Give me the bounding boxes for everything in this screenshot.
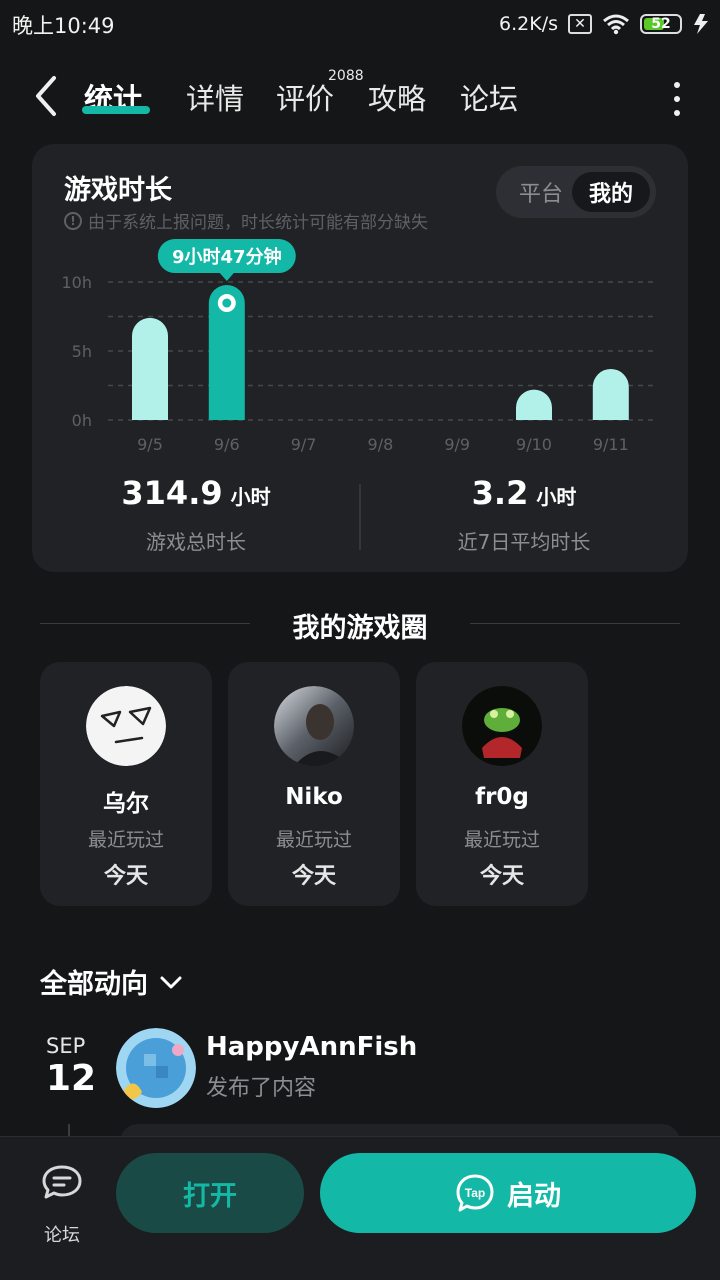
- chat-bubble-icon: [42, 1165, 82, 1199]
- info-icon: !: [64, 211, 82, 230]
- avg-playtime-value: 3.2: [471, 474, 529, 512]
- x-tick-label: 9/9: [444, 435, 470, 454]
- frog-character-icon: [462, 686, 542, 766]
- post-author-name[interactable]: HappyAnnFish: [206, 1032, 417, 1062]
- tab-guides[interactable]: 攻略: [368, 76, 426, 118]
- chevron-down-icon: [160, 976, 182, 988]
- bar-marker-inner: [222, 298, 232, 308]
- x-tick-label: 9/8: [368, 435, 394, 454]
- x-tick-label: 9/10: [516, 435, 552, 454]
- game-circle-header: 我的游戏圈: [40, 606, 680, 644]
- friend-status: 最近玩过: [275, 829, 352, 851]
- source-toggle: 平台 我的: [496, 166, 656, 218]
- y-tick-label: 5h: [72, 342, 92, 361]
- sim-off-icon: ✕: [568, 14, 592, 34]
- avatar: [86, 686, 166, 766]
- friend-last-played: 今天: [103, 864, 148, 889]
- charging-icon: [694, 14, 708, 34]
- tab-forum[interactable]: 论坛: [460, 76, 518, 118]
- y-tick-label: 10h: [62, 273, 93, 292]
- portrait-photo-icon: [274, 686, 354, 766]
- total-playtime: 314.9 小时 游戏总时长: [32, 474, 360, 555]
- tab-details[interactable]: 详情: [186, 76, 244, 118]
- tab-active-indicator: [82, 106, 150, 114]
- top-nav: 统计 详情 评价 2088 攻略 论坛: [0, 60, 720, 136]
- more-dot-icon: [674, 110, 680, 116]
- back-button[interactable]: [28, 74, 68, 118]
- post-date-month: SEP: [46, 1034, 86, 1058]
- y-tick-label: 0h: [72, 411, 92, 430]
- more-dot-icon: [674, 82, 680, 88]
- divider-right: [470, 623, 680, 624]
- playtime-note-text: 由于系统上报问题，时长统计可能有部分缺失: [88, 213, 428, 233]
- launch-button[interactable]: Tap 启动: [320, 1153, 696, 1233]
- total-playtime-label: 游戏总时长: [146, 530, 246, 554]
- more-dot-icon: [674, 96, 680, 102]
- feed-filter-label: 全部动向: [40, 969, 148, 1000]
- avg-playtime: 3.2 小时 近7日平均时长: [360, 474, 688, 555]
- battery-level: 52: [651, 16, 671, 32]
- friend-name: 乌尔: [103, 791, 149, 817]
- status-bar: 晚上10:49 6.2K/s ✕ 52: [0, 0, 720, 48]
- bar: [592, 368, 629, 420]
- friend-card[interactable]: Niko 最近玩过 今天: [228, 662, 400, 906]
- chevron-left-icon: [36, 76, 56, 116]
- reviews-count-badge: 2088: [328, 68, 364, 84]
- wifi-icon: [603, 14, 629, 35]
- x-tick-label: 9/11: [593, 435, 629, 454]
- status-icons: 6.2K/s ✕ 52: [499, 10, 710, 38]
- bar: [516, 389, 552, 420]
- bottom-action-bar: 论坛 打开 Tap 启动: [0, 1136, 720, 1280]
- bar: [132, 317, 168, 420]
- avatar: [274, 686, 354, 766]
- playtime-chart: 0h 5h 10h 9/5 9小时47分钟 9/6 9/7 9/8 9/9 9/10 9/11: [62, 239, 656, 454]
- friend-status: 最近玩过: [463, 829, 540, 851]
- total-playtime-value: 314.9: [121, 474, 223, 512]
- friend-card[interactable]: 乌尔 最近玩过 今天: [40, 662, 212, 906]
- total-playtime-unit: 小时: [230, 485, 271, 509]
- anime-avatar-icon: [116, 1028, 196, 1108]
- friend-last-played: 今天: [479, 864, 524, 889]
- toggle-mine[interactable]: 我的: [572, 172, 650, 212]
- net-speed: 6.2K/s: [499, 13, 558, 35]
- playtime-card: 游戏时长 ! 由于系统上报问题，时长统计可能有部分缺失 平台 我的 0h 5h 10…: [32, 144, 688, 572]
- tooltip-label: 9小时47分钟: [172, 246, 282, 268]
- x-tick-label: 9/6: [214, 435, 240, 454]
- avg-playtime-unit: 小时: [536, 485, 577, 509]
- playtime-note: ! 由于系统上报问题，时长统计可能有部分缺失: [64, 208, 428, 233]
- svg-text:Tap: Tap: [465, 1186, 485, 1200]
- launch-button-label: 启动: [507, 1180, 561, 1212]
- face-sketch-icon: [86, 686, 166, 766]
- x-tick-label: 9/5: [137, 435, 163, 454]
- friend-last-played: 今天: [291, 864, 336, 889]
- friend-card[interactable]: fr0g 最近玩过 今天: [416, 662, 588, 906]
- post-date-day: 12: [46, 1058, 97, 1099]
- post-action-text: 发布了内容: [206, 1076, 317, 1101]
- forum-shortcut-label: 论坛: [44, 1225, 80, 1246]
- x-tick-label: 9/7: [291, 435, 317, 454]
- more-menu-button[interactable]: [670, 82, 684, 116]
- tap-logo-icon: Tap: [456, 1174, 494, 1212]
- playtime-title: 游戏时长: [64, 175, 172, 206]
- friend-name: fr0g: [475, 784, 529, 810]
- friend-name: Niko: [285, 784, 343, 810]
- post-author-avatar[interactable]: [116, 1028, 196, 1108]
- tab-reviews[interactable]: 评价: [276, 76, 334, 118]
- game-circle-title: 我的游戏圈: [292, 613, 428, 644]
- feed-filter-dropdown[interactable]: 全部动向: [40, 962, 184, 1001]
- open-button[interactable]: 打开: [116, 1153, 304, 1233]
- status-time: 晚上10:49: [12, 14, 115, 38]
- avatar: [462, 686, 542, 766]
- battery-icon: 52: [640, 14, 682, 34]
- avg-playtime-label: 近7日平均时长: [457, 530, 591, 554]
- friend-status: 最近玩过: [87, 829, 164, 851]
- forum-shortcut-button[interactable]: 论坛: [30, 1155, 94, 1246]
- toggle-platform[interactable]: 平台: [502, 172, 580, 212]
- tooltip-pointer: [219, 273, 234, 282]
